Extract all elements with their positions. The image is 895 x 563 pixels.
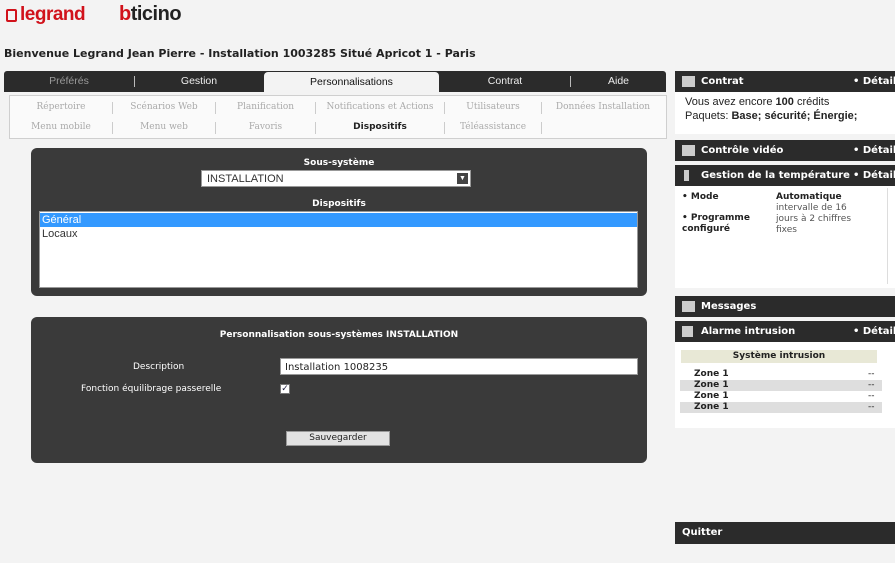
camera-icon <box>682 145 695 156</box>
dropdown-arrow-icon: ▼ <box>457 173 468 184</box>
bticino-logo: bticino <box>119 3 182 25</box>
scrollbar-track[interactable] <box>887 188 888 284</box>
main-tabs: Préférés Gestion Personnalisations Contr… <box>4 71 666 93</box>
subtab-favorites[interactable]: Favoris <box>216 122 315 132</box>
mode-label: • Mode <box>682 192 719 202</box>
document-icon <box>682 76 695 87</box>
contract-body: Vous avez encore 100 crédits Paquets: Ba… <box>675 92 895 134</box>
subtab-devices[interactable]: Dispositifs <box>316 122 444 132</box>
subtab-users[interactable]: Utilisateurs <box>445 102 541 112</box>
table-row: Zone 1 -- <box>680 369 882 380</box>
sub-tabs: Répertoire Scénarios Web Planification N… <box>9 95 667 139</box>
tab-contract[interactable]: Contrat <box>440 71 570 92</box>
program-value: intervalle de 16 jours à 2 chiffres fixe… <box>776 203 852 235</box>
temperature-header: Gestion de la température • Détails <box>675 165 895 186</box>
temperature-body: • Mode Automatique • Programme configuré… <box>675 186 895 288</box>
tab-favorites[interactable]: Préférés <box>4 71 134 92</box>
alarm-details-link[interactable]: • Détails <box>853 321 895 342</box>
devices-list[interactable]: Général Locaux <box>39 211 638 288</box>
messages-header[interactable]: Messages <box>675 296 895 317</box>
thermometer-icon <box>684 170 689 181</box>
legrand-logo: legrand <box>6 4 86 26</box>
tab-help[interactable]: Aide <box>571 71 666 92</box>
description-field[interactable]: Installation 1008235 <box>280 358 638 375</box>
subtab-web-menu[interactable]: Menu web <box>113 122 215 132</box>
list-item[interactable]: Général <box>40 213 637 227</box>
table-row: Zone 1 -- <box>680 391 882 402</box>
contract-header: Contrat • Détails <box>675 71 895 92</box>
legrand-logo-mark <box>6 9 17 22</box>
subtab-mobile-menu[interactable]: Menu mobile <box>10 122 112 132</box>
contract-details-link[interactable]: • Détails <box>853 71 895 92</box>
subsystem-select[interactable]: INSTALLATION ▼ <box>201 170 471 187</box>
balance-checkbox[interactable]: ✓ <box>280 384 290 394</box>
subtab-teleassistance[interactable]: Téléassistance <box>445 122 541 132</box>
subtab-separator <box>541 122 542 134</box>
subtab-installation-data[interactable]: Données Installation <box>542 102 664 112</box>
welcome-text: Bienvenue Legrand Jean Pierre - Installa… <box>4 47 476 60</box>
table-row: Zone 1 -- <box>680 380 882 391</box>
tab-customization[interactable]: Personnalisations <box>264 72 439 93</box>
list-item[interactable]: Locaux <box>40 227 637 241</box>
video-header: Contrôle vidéo • Détails <box>675 140 895 161</box>
devices-label: Dispositifs <box>312 199 366 209</box>
subtab-notifications[interactable]: Notifications et Actions <box>316 102 444 112</box>
credits-text: Vous avez encore 100 crédits <box>685 96 830 108</box>
subsystem-label: Sous-système <box>303 158 375 168</box>
customization-title: Personnalisation sous-systèmes INSTALLAT… <box>219 330 459 340</box>
table-row: Zone 1 -- <box>680 402 882 413</box>
intrusion-system-title: Système intrusion <box>681 350 877 363</box>
mode-value: Automatique <box>776 192 842 202</box>
tab-management[interactable]: Gestion <box>135 71 263 92</box>
alarm-header: Alarme intrusion • Détails <box>675 321 895 342</box>
program-label: • Programme configuré <box>682 213 750 234</box>
packages-text: Paquets: Base; sécurité; Énergie; <box>685 110 858 122</box>
envelope-icon <box>682 301 695 312</box>
save-button[interactable]: Sauvegarder <box>286 431 390 446</box>
subtab-directory[interactable]: Répertoire <box>10 102 112 112</box>
quit-button[interactable]: Quitter <box>675 522 895 544</box>
subsystem-select-value: INSTALLATION <box>207 173 284 185</box>
subtab-web-scenarios[interactable]: Scénarios Web <box>113 102 215 112</box>
temperature-details-link[interactable]: • Détails <box>853 165 895 186</box>
check-icon: ✓ <box>281 384 289 394</box>
balance-label: Fonction équilibrage passerelle <box>81 384 222 394</box>
video-details-link[interactable]: • Détails <box>853 140 895 161</box>
subtab-planning[interactable]: Planification <box>216 102 315 112</box>
lock-icon <box>682 326 693 337</box>
description-label: Description <box>133 362 185 372</box>
